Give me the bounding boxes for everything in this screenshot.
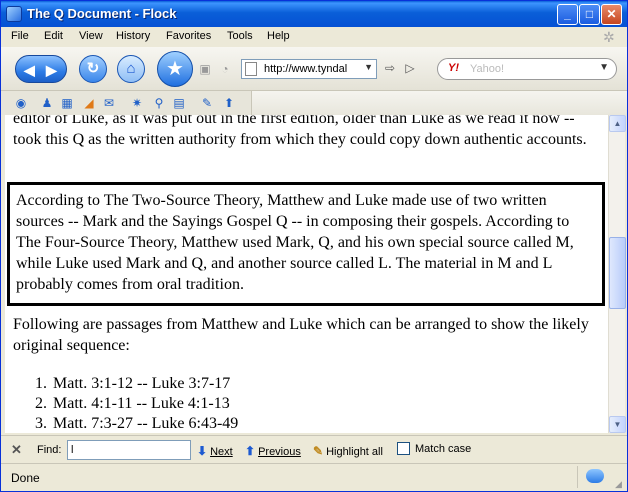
reload-icon: ↻ <box>86 60 100 77</box>
status-bar: Done ◢ <box>1 463 627 491</box>
go-arrow-icon[interactable]: ⇨ <box>381 61 399 77</box>
upload-icon[interactable]: ⬆ <box>221 95 237 111</box>
page-content: editor of Luke, as it was put out in the… <box>5 115 608 433</box>
find-input[interactable] <box>67 440 191 460</box>
photo-icon[interactable]: ✷ <box>129 95 145 111</box>
blog-editor-icon[interactable]: ✎ <box>199 95 215 111</box>
search-dropdown-icon[interactable]: ▼ <box>599 62 609 73</box>
menu-view[interactable]: View <box>79 30 103 42</box>
share-icon[interactable]: ◉ <box>13 95 29 111</box>
list-item: 2. Matt. 4:1-11 -- Luke 4:1-13 <box>35 395 230 412</box>
home-icon: ⌂ <box>126 60 136 77</box>
yahoo-icon[interactable]: Y! <box>448 62 459 74</box>
star-favorite-button[interactable]: ★ <box>157 51 193 87</box>
close-button[interactable]: ✕ <box>601 4 622 25</box>
highlighter-icon: ✎ <box>313 444 324 458</box>
window-title: The Q Document - Flock <box>27 6 177 21</box>
down-arrow-icon: ⬇ <box>197 444 208 458</box>
blog-icon[interactable]: ▣ <box>197 61 213 77</box>
scroll-up-button[interactable]: ▲ <box>609 115 626 132</box>
menu-bar: File Edit View History Favorites Tools H… <box>1 27 627 47</box>
search-input[interactable] <box>470 62 590 76</box>
chat-bubble-icon <box>586 469 604 483</box>
vertical-scrollbar[interactable]: ▲ ▼ <box>608 115 626 433</box>
search-box[interactable]: Y! ▼ <box>437 58 617 80</box>
navigation-toolbar: ◀ ▶ ↻ ⌂ ★ ▣ ◔ ▼ ⇨ ▷ Y! ▼ <box>1 47 627 91</box>
clip-icon[interactable]: ⚲ <box>151 95 167 111</box>
highlight-all-button[interactable]: ✎ Highlight all <box>313 444 383 458</box>
list-item: 1. Matt. 3:1-12 -- Luke 3:7-17 <box>35 375 231 392</box>
url-dropdown-icon[interactable]: ▼ <box>364 62 373 72</box>
people-icon[interactable]: ♟ <box>39 95 55 111</box>
forward-arrow-icon[interactable]: ▶ <box>46 62 57 79</box>
activity-throbber-icon: ✲ <box>603 29 615 45</box>
paragraph-following: Following are passages from Matthew and … <box>13 316 589 354</box>
feed-icon[interactable]: ◔ <box>217 61 233 77</box>
page-icon <box>245 62 257 76</box>
reload-button[interactable]: ↻ <box>79 55 107 83</box>
menu-file[interactable]: File <box>11 30 29 42</box>
flock-app-icon <box>6 6 22 22</box>
back-forward-button[interactable]: ◀ ▶ <box>15 55 67 83</box>
title-bar[interactable]: The Q Document - Flock _ □ ✕ <box>1 1 627 27</box>
find-next-button[interactable]: ⬇ Next <box>197 444 233 458</box>
paragraph-top: editor of Luke, as it was put out in the… <box>13 115 587 148</box>
boxed-paragraph: According to The Two-Source Theory, Matt… <box>7 182 605 306</box>
chat-button[interactable] <box>577 466 613 488</box>
passage-list: 1. Matt. 3:1-12 -- Luke 3:7-17 2. Matt. 4:… <box>13 373 603 433</box>
home-button[interactable]: ⌂ <box>117 55 145 83</box>
media-icon[interactable]: ▦ <box>59 95 75 111</box>
checkbox[interactable] <box>397 442 410 455</box>
people-toolbar: ◉ ♟ ▦ ◢ ✉ ✷ ⚲ ▤ ✎ ⬆ <box>1 91 627 115</box>
toolbar-tab-area <box>251 91 627 115</box>
scroll-down-button[interactable]: ▼ <box>609 416 626 433</box>
maximize-button[interactable]: □ <box>579 4 600 25</box>
list-item: 3. Matt. 7:3-27 -- Luke 6:43-49 <box>35 415 239 432</box>
clipboard-icon[interactable]: ▤ <box>171 95 187 111</box>
menu-edit[interactable]: Edit <box>44 30 63 42</box>
menu-tools[interactable]: Tools <box>227 30 253 42</box>
mail-icon[interactable]: ✉ <box>101 95 117 111</box>
find-label: Find: <box>37 444 62 456</box>
resize-grip-icon[interactable]: ◢ <box>615 479 625 489</box>
minimize-button[interactable]: _ <box>557 4 578 25</box>
match-case-checkbox[interactable]: Match case <box>397 442 471 455</box>
menu-favorites[interactable]: Favorites <box>166 30 211 42</box>
find-bar: ✕ Find: ⬇Next ⬆Previous ✎Highlight all M… <box>1 435 627 463</box>
back-arrow-icon[interactable]: ◀ <box>24 62 35 79</box>
find-previous-button[interactable]: ⬆ Previous <box>245 444 301 458</box>
scroll-thumb[interactable] <box>609 237 626 309</box>
menu-help[interactable]: Help <box>267 30 290 42</box>
browser-window: The Q Document - Flock _ □ ✕ File Edit V… <box>0 0 628 492</box>
star-icon: ★ <box>166 58 184 80</box>
close-find-icon[interactable]: ✕ <box>11 442 22 458</box>
address-bar[interactable]: ▼ <box>241 59 377 79</box>
go-forward-icon[interactable]: ▷ <box>401 61 419 77</box>
status-text: Done <box>11 471 40 485</box>
rss-icon[interactable]: ◢ <box>81 95 97 111</box>
url-input[interactable] <box>264 62 362 76</box>
up-arrow-icon: ⬆ <box>245 444 256 458</box>
menu-history[interactable]: History <box>116 30 150 42</box>
